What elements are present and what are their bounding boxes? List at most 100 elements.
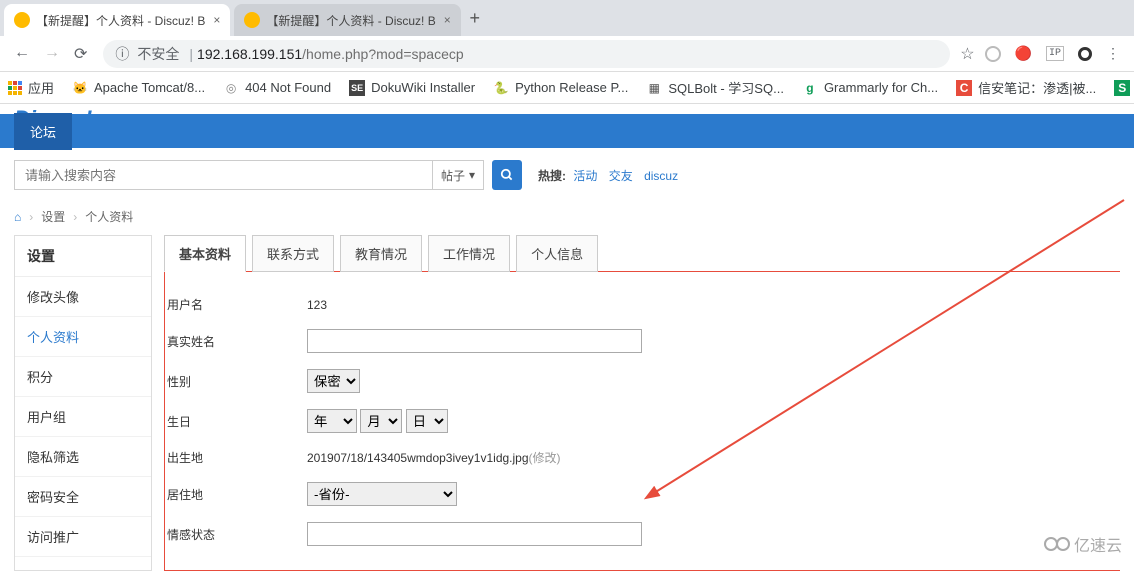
tab-personal[interactable]: 个人信息 (516, 235, 598, 272)
home-icon[interactable]: ⌂ (14, 210, 21, 224)
row-residence: 居住地 -省份- (165, 474, 1120, 514)
row-realname: 真实姓名 (165, 321, 1120, 361)
site-logo: Discuz! (0, 104, 1134, 114)
sidebar-item-promotion[interactable]: 访问推广 (15, 517, 151, 557)
insecure-label: 不安全 (137, 44, 179, 64)
hot-search: 热搜: 活动 交友 discuz (538, 167, 686, 184)
sidebar-item-privacy[interactable]: 隐私筛选 (15, 437, 151, 477)
search-button[interactable] (492, 160, 522, 190)
row-birthplace: 出生地 201907/18/143405wmdop3ivey1v1idg.jpg… (165, 441, 1120, 474)
tab-work[interactable]: 工作情况 (428, 235, 510, 272)
chevron-right-icon: › (73, 210, 77, 224)
year-select[interactable]: 年 (307, 409, 357, 433)
day-select[interactable]: 日 (406, 409, 448, 433)
chevron-down-icon: ▾ (469, 168, 475, 182)
sidebar: 设置 修改头像 个人资料 积分 用户组 隐私筛选 密码安全 访问推广 (14, 235, 152, 571)
extension-icon[interactable] (985, 46, 1001, 62)
bookmark-404[interactable]: ◎404 Not Found (223, 80, 331, 96)
username-value: 123 (307, 298, 327, 312)
url-path: /home.php?mod=spacecp (302, 46, 464, 62)
apps-button[interactable]: 应用 (8, 78, 54, 97)
extension-icon[interactable] (1078, 47, 1092, 61)
tab-basic[interactable]: 基本资料 (164, 235, 246, 272)
hot-link[interactable]: 活动 (573, 169, 597, 183)
sidebar-item-credits[interactable]: 积分 (15, 357, 151, 397)
back-button[interactable]: ← (14, 44, 30, 64)
url-host: 192.168.199.151 (197, 46, 302, 62)
bookmark-grammarly[interactable]: gGrammarly for Ch... (802, 80, 938, 96)
bookmark-tomcat[interactable]: 🐱Apache Tomcat/8... (72, 80, 205, 96)
favicon-icon (14, 12, 30, 28)
python-icon: 🐍 (493, 80, 509, 96)
month-select[interactable]: 月 (360, 409, 402, 433)
grammarly-icon: g (802, 80, 818, 96)
forward-button[interactable]: → (44, 44, 60, 64)
tab-title: 【新提醒】个人资料 - Discuz! B (36, 12, 205, 29)
address-bar: ← → ⟳ ⓘ 不安全 | 192.168.199.151/home.php?m… (0, 36, 1134, 72)
bookmark-dokuwiki[interactable]: SEDokuWiki Installer (349, 80, 475, 96)
site-info-icon[interactable]: ⓘ (115, 44, 129, 64)
bookmark-sqlbolt[interactable]: ▦SQLBolt - 学习SQ... (646, 78, 784, 97)
extension-icon[interactable]: IP (1046, 46, 1064, 61)
sidebar-item-avatar[interactable]: 修改头像 (15, 277, 151, 317)
watermark-icon (1056, 537, 1070, 551)
toolbar-right: 🔴 IP ⋮ (985, 45, 1126, 62)
s-icon: S (1114, 80, 1130, 96)
row-emotion: 情感状态 (165, 514, 1120, 554)
search-input[interactable] (15, 161, 432, 189)
bookmark-python[interactable]: 🐍Python Release P... (493, 80, 628, 96)
crumb-profile: 个人资料 (85, 208, 133, 225)
globe-icon: ◎ (223, 80, 239, 96)
favicon-icon (244, 12, 260, 28)
sidebar-item-usergroup[interactable]: 用户组 (15, 397, 151, 437)
close-icon[interactable]: × (213, 13, 220, 27)
new-tab-button[interactable]: + (461, 8, 489, 29)
form-panel: 用户名 123 真实姓名 性别 保密 生日 年 月 日 出生地 201907/1… (164, 271, 1120, 571)
db-icon: ▦ (646, 80, 662, 96)
row-username: 用户名 123 (165, 288, 1120, 321)
search-icon (500, 168, 514, 182)
crumb-settings[interactable]: 设置 (41, 208, 65, 225)
profile-tabs: 基本资料 联系方式 教育情况 工作情况 个人信息 (164, 235, 1120, 272)
browser-tab-strip: 【新提醒】个人资料 - Discuz! B × 【新提醒】个人资料 - Disc… (0, 0, 1134, 36)
search-box: 帖子 ▾ (14, 160, 484, 190)
apps-icon (8, 81, 22, 95)
hot-link[interactable]: 交友 (609, 169, 633, 183)
reload-button[interactable]: ⟳ (74, 44, 87, 64)
search-category[interactable]: 帖子 ▾ (432, 161, 483, 189)
menu-icon[interactable]: ⋮ (1106, 45, 1120, 62)
main-nav: 论坛 (0, 114, 1134, 148)
bookmark-s[interactable]: S (1114, 80, 1130, 96)
nav-forum[interactable]: 论坛 (14, 113, 72, 150)
chevron-right-icon: › (29, 210, 33, 224)
browser-tab-1[interactable]: 【新提醒】个人资料 - Discuz! B × (4, 4, 230, 36)
tab-contact[interactable]: 联系方式 (252, 235, 334, 272)
url-input[interactable]: ⓘ 不安全 | 192.168.199.151/home.php?mod=spa… (103, 40, 950, 68)
search-area: 帖子 ▾ 热搜: 活动 交友 discuz (0, 148, 1134, 202)
realname-input[interactable] (307, 329, 642, 353)
extension-icon[interactable]: 🔴 (1015, 45, 1032, 62)
tab-education[interactable]: 教育情况 (340, 235, 422, 272)
dokuwiki-icon: SE (349, 80, 365, 96)
sidebar-header: 设置 (15, 236, 151, 277)
birthplace-modify-link[interactable]: (修改) (529, 449, 561, 466)
row-gender: 性别 保密 (165, 361, 1120, 401)
row-birthday: 生日 年 月 日 (165, 401, 1120, 441)
bookmark-star-icon[interactable]: ☆ (960, 44, 974, 64)
nav-buttons: ← → ⟳ (8, 44, 93, 64)
gender-select[interactable]: 保密 (307, 369, 360, 393)
close-icon[interactable]: × (444, 13, 451, 27)
tomcat-icon: 🐱 (72, 80, 88, 96)
sidebar-item-password[interactable]: 密码安全 (15, 477, 151, 517)
residence-select[interactable]: -省份- (307, 482, 457, 506)
watermark: 亿速云 (1044, 532, 1122, 556)
sidebar-item-profile[interactable]: 个人资料 (15, 317, 151, 357)
content-panel: 基本资料 联系方式 教育情况 工作情况 个人信息 用户名 123 真实姓名 性别… (164, 235, 1120, 571)
emotion-input[interactable] (307, 522, 642, 546)
tab-title: 【新提醒】个人资料 - Discuz! B (266, 12, 435, 29)
notes-icon: C (956, 80, 972, 96)
hot-link[interactable]: discuz (644, 169, 678, 183)
browser-tab-2[interactable]: 【新提醒】个人资料 - Discuz! B × (234, 4, 460, 36)
breadcrumb: ⌂ › 设置 › 个人资料 (0, 202, 1134, 235)
bookmark-notes[interactable]: C信安笔记：渗透|被... (956, 78, 1096, 97)
